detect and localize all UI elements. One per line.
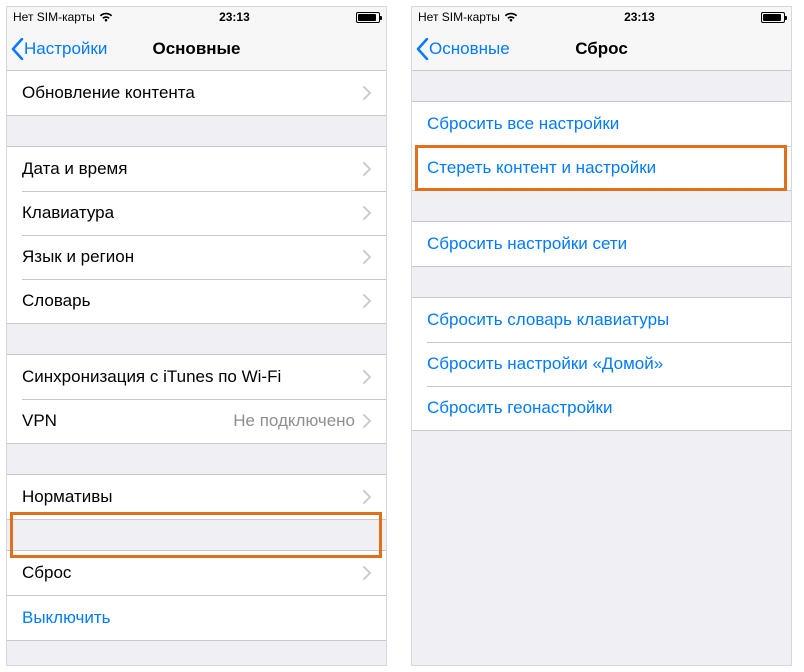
row-reset-location-privacy[interactable]: Сбросить геонастройки bbox=[412, 386, 791, 430]
chevron-right-icon bbox=[363, 86, 371, 100]
status-bar: Нет SIM-карты 23:13 bbox=[7, 7, 386, 27]
row-reset-home-layout[interactable]: Сбросить настройки «Домой» bbox=[412, 342, 791, 386]
chevron-right-icon bbox=[363, 162, 371, 176]
row-language-region[interactable]: Язык и регион bbox=[7, 235, 386, 279]
row-detail: Не подключено bbox=[233, 411, 355, 431]
row-erase-content-settings[interactable]: Стереть контент и настройки bbox=[412, 146, 791, 190]
row-reset-keyboard-dict[interactable]: Сбросить словарь клавиатуры bbox=[412, 298, 791, 342]
row-date-time[interactable]: Дата и время bbox=[7, 147, 386, 191]
phone-general-settings: Нет SIM-карты 23:13 Настройки Основные О… bbox=[6, 6, 387, 666]
row-label: Стереть контент и настройки bbox=[427, 158, 776, 178]
row-label: Сбросить настройки «Домой» bbox=[427, 354, 776, 374]
back-label: Основные bbox=[429, 39, 510, 59]
chevron-right-icon bbox=[363, 370, 371, 384]
battery-icon bbox=[761, 12, 785, 23]
clock-text: 23:13 bbox=[219, 10, 250, 24]
back-label: Настройки bbox=[24, 39, 107, 59]
carrier-text: Нет SIM-карты bbox=[13, 10, 95, 24]
row-label: Сброс bbox=[22, 563, 363, 583]
nav-bar: Настройки Основные bbox=[7, 27, 386, 71]
row-label: Дата и время bbox=[22, 159, 363, 179]
chevron-right-icon bbox=[363, 566, 371, 580]
row-reset-all-settings[interactable]: Сбросить все настройки bbox=[412, 102, 791, 146]
row-label: Синхронизация с iTunes по Wi-Fi bbox=[22, 367, 363, 387]
row-dictionary[interactable]: Словарь bbox=[7, 279, 386, 323]
chevron-right-icon bbox=[363, 414, 371, 428]
row-label: VPN bbox=[22, 411, 233, 431]
row-label: Словарь bbox=[22, 291, 363, 311]
settings-list: Обновление контента Дата и время Клавиат… bbox=[7, 71, 386, 641]
row-reset[interactable]: Сброс bbox=[7, 551, 386, 595]
chevron-right-icon bbox=[363, 490, 371, 504]
chevron-right-icon bbox=[363, 206, 371, 220]
back-button[interactable]: Настройки bbox=[7, 38, 107, 60]
row-label: Сбросить геонастройки bbox=[427, 398, 776, 418]
back-button[interactable]: Основные bbox=[412, 38, 510, 60]
chevron-left-icon bbox=[416, 38, 429, 60]
row-vpn[interactable]: VPN Не подключено bbox=[7, 399, 386, 443]
row-keyboard[interactable]: Клавиатура bbox=[7, 191, 386, 235]
nav-bar: Основные Сброс bbox=[412, 27, 791, 71]
row-shutdown[interactable]: Выключить bbox=[7, 596, 386, 640]
row-label: Сбросить словарь клавиатуры bbox=[427, 310, 776, 330]
row-label: Сбросить настройки сети bbox=[427, 234, 776, 254]
row-label: Сбросить все настройки bbox=[427, 114, 776, 134]
phone-reset-settings: Нет SIM-карты 23:13 Основные Сброс Сброс… bbox=[411, 6, 792, 666]
row-label: Язык и регион bbox=[22, 247, 363, 267]
wifi-icon bbox=[99, 12, 113, 22]
chevron-left-icon bbox=[11, 38, 24, 60]
row-label: Нормативы bbox=[22, 487, 363, 507]
battery-icon bbox=[356, 12, 380, 23]
carrier-text: Нет SIM-карты bbox=[418, 10, 500, 24]
row-regulatory[interactable]: Нормативы bbox=[7, 475, 386, 519]
chevron-right-icon bbox=[363, 250, 371, 264]
wifi-icon bbox=[504, 12, 518, 22]
row-reset-network-settings[interactable]: Сбросить настройки сети bbox=[412, 222, 791, 266]
row-label: Клавиатура bbox=[22, 203, 363, 223]
row-content-refresh[interactable]: Обновление контента bbox=[7, 71, 386, 115]
row-label: Обновление контента bbox=[22, 83, 363, 103]
row-itunes-wifi-sync[interactable]: Синхронизация с iTunes по Wi-Fi bbox=[7, 355, 386, 399]
row-label: Выключить bbox=[22, 608, 371, 628]
reset-list: Сбросить все настройки Стереть контент и… bbox=[412, 71, 791, 431]
chevron-right-icon bbox=[363, 294, 371, 308]
clock-text: 23:13 bbox=[624, 10, 655, 24]
status-bar: Нет SIM-карты 23:13 bbox=[412, 7, 791, 27]
